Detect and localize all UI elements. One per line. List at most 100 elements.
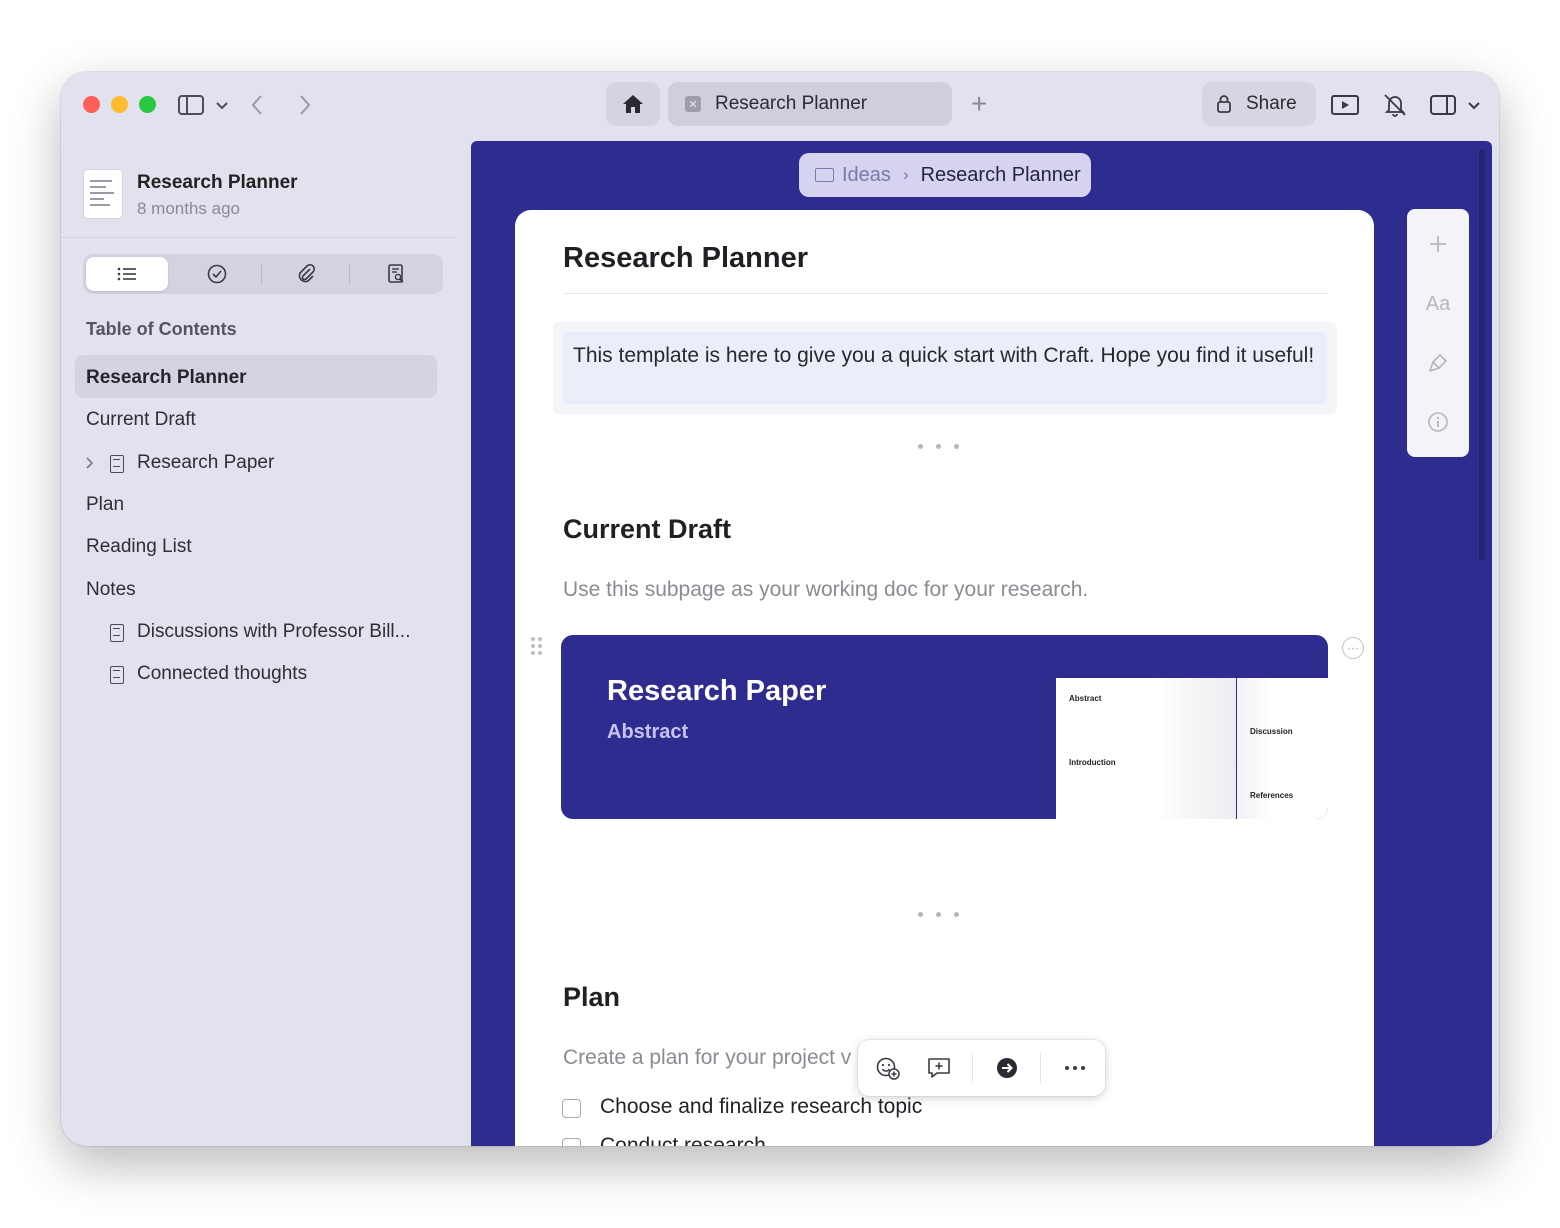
document-modified-time: 8 months ago xyxy=(137,199,241,218)
preview-label: References xyxy=(1250,791,1294,800)
more-icon xyxy=(1065,1066,1085,1070)
zoom-window-button[interactable] xyxy=(139,96,156,113)
forward-button[interactable] xyxy=(295,90,315,120)
arrow-right-circle-icon xyxy=(997,1058,1017,1078)
document-page: Research Planner This template is here t… xyxy=(515,210,1374,1146)
add-reaction-button[interactable] xyxy=(873,1053,903,1083)
drag-handle[interactable] xyxy=(531,637,543,657)
card-subtitle: Abstract xyxy=(607,721,689,743)
close-tab-icon[interactable]: ✕ xyxy=(685,96,701,112)
paperclip-icon xyxy=(298,263,316,283)
section-divider xyxy=(918,444,959,449)
insert-toolbar: Aa xyxy=(1407,209,1469,457)
sidebar-view-switcher xyxy=(83,254,443,294)
share-label: Share xyxy=(1246,93,1297,114)
breadcrumb-current[interactable]: Research Planner xyxy=(921,164,1081,187)
heading-plan[interactable]: Plan xyxy=(563,982,620,1013)
card-title: Research Paper xyxy=(607,675,827,707)
document-tab[interactable]: ✕ Research Planner xyxy=(668,82,952,126)
document-info-button[interactable] xyxy=(1407,402,1469,442)
task-label[interactable]: Choose and finalize research topic xyxy=(600,1095,922,1119)
card-preview-page: Abstract Introduction xyxy=(1056,678,1236,819)
breadcrumb-parent[interactable]: Ideas xyxy=(842,164,891,187)
toc-item-notes[interactable]: Notes xyxy=(86,579,136,601)
plus-icon xyxy=(1430,236,1446,252)
sidebar-icon xyxy=(178,95,228,115)
add-comment-icon xyxy=(928,1058,950,1078)
chevron-right-icon[interactable] xyxy=(85,456,95,470)
segment-separator xyxy=(349,264,350,284)
toolbar-separator xyxy=(1040,1053,1041,1083)
sidebar-toggle-button[interactable] xyxy=(177,90,233,120)
present-button[interactable] xyxy=(1329,90,1361,120)
page-icon xyxy=(110,455,124,473)
info-icon xyxy=(1428,412,1448,432)
document-thumbnail[interactable] xyxy=(84,170,122,218)
style-button[interactable] xyxy=(1407,343,1469,383)
scrollbar[interactable] xyxy=(1479,149,1485,561)
callout-text[interactable]: This template is here to give you a quic… xyxy=(563,332,1327,404)
floating-toolbar xyxy=(858,1040,1105,1096)
brush-icon xyxy=(1429,354,1447,372)
notifications-button[interactable] xyxy=(1381,90,1409,120)
home-button[interactable] xyxy=(606,82,660,126)
preview-label: Abstract xyxy=(1069,694,1102,703)
toc-item-research-planner[interactable]: Research Planner xyxy=(86,367,247,389)
insert-block-button[interactable] xyxy=(1407,224,1469,264)
callout-block[interactable]: This template is here to give you a quic… xyxy=(553,322,1337,414)
block-options-icon[interactable]: ··· xyxy=(1342,637,1364,659)
breadcrumb-separator-icon: › xyxy=(902,165,909,184)
share-button[interactable]: Share xyxy=(1202,82,1316,126)
segment-separator xyxy=(261,264,262,284)
list-icon xyxy=(117,267,136,281)
close-window-button[interactable] xyxy=(83,96,100,113)
check-circle-icon xyxy=(207,264,227,284)
document-search-icon xyxy=(388,264,404,283)
attachments-view-button[interactable] xyxy=(293,262,319,286)
go-to-button[interactable] xyxy=(992,1053,1022,1083)
add-reaction-icon xyxy=(876,1057,900,1080)
font-icon[interactable]: Aa xyxy=(1407,284,1469,324)
sidebar: Research Planner 8 months ago Table of C… xyxy=(61,138,471,1146)
toc-item-discussions[interactable]: Discussions with Professor Bill... xyxy=(137,621,410,643)
heading-current-draft[interactable]: Current Draft xyxy=(563,514,731,545)
play-icon xyxy=(1331,95,1359,115)
toolbar-separator xyxy=(972,1053,973,1083)
chevron-right-icon xyxy=(300,95,311,115)
section-divider xyxy=(918,912,959,917)
tasks-view-button[interactable] xyxy=(204,262,230,286)
document-area: Ideas › Research Planner Research Planne… xyxy=(471,141,1492,1146)
task-checkbox[interactable] xyxy=(562,1099,581,1118)
bell-off-icon xyxy=(1384,94,1406,117)
toc-item-reading-list[interactable]: Reading List xyxy=(86,536,192,558)
tab-title: Research Planner xyxy=(715,93,868,114)
lock-icon xyxy=(1217,95,1231,113)
toc-item-plan[interactable]: Plan xyxy=(86,494,124,516)
page-title[interactable]: Research Planner xyxy=(563,242,808,275)
chevron-left-icon xyxy=(251,95,262,115)
back-button[interactable] xyxy=(247,90,267,120)
plan-description[interactable]: Create a plan for your project v xyxy=(563,1046,851,1070)
document-info-view-button[interactable] xyxy=(383,262,409,286)
task-checkbox[interactable] xyxy=(562,1138,581,1146)
card-preview-page: Discussion References xyxy=(1237,678,1328,819)
task-label[interactable]: Conduct research xyxy=(600,1134,766,1146)
subpage-card-research-paper[interactable]: Research Paper Abstract Abstract Introdu… xyxy=(561,635,1328,819)
preview-label: Discussion xyxy=(1250,727,1293,736)
toc-item-current-draft[interactable]: Current Draft xyxy=(86,409,196,431)
right-sidebar-toggle-button[interactable] xyxy=(1429,90,1485,120)
title-bar: ✕ Research Planner + Share xyxy=(61,72,1499,138)
page-icon xyxy=(110,624,124,642)
sidebar-divider xyxy=(61,237,456,238)
toc-view-button[interactable] xyxy=(114,262,140,286)
folder-icon xyxy=(815,168,834,182)
minimize-window-button[interactable] xyxy=(111,96,128,113)
current-draft-description[interactable]: Use this subpage as your working doc for… xyxy=(563,578,1088,602)
toc-item-research-paper[interactable]: Research Paper xyxy=(137,452,274,474)
page-icon xyxy=(110,666,124,684)
toc-item-connected-thoughts[interactable]: Connected thoughts xyxy=(137,663,307,685)
more-options-button[interactable] xyxy=(1060,1053,1090,1083)
preview-label: Introduction xyxy=(1069,758,1116,767)
add-comment-button[interactable] xyxy=(924,1053,954,1083)
new-tab-button[interactable]: + xyxy=(971,90,987,118)
